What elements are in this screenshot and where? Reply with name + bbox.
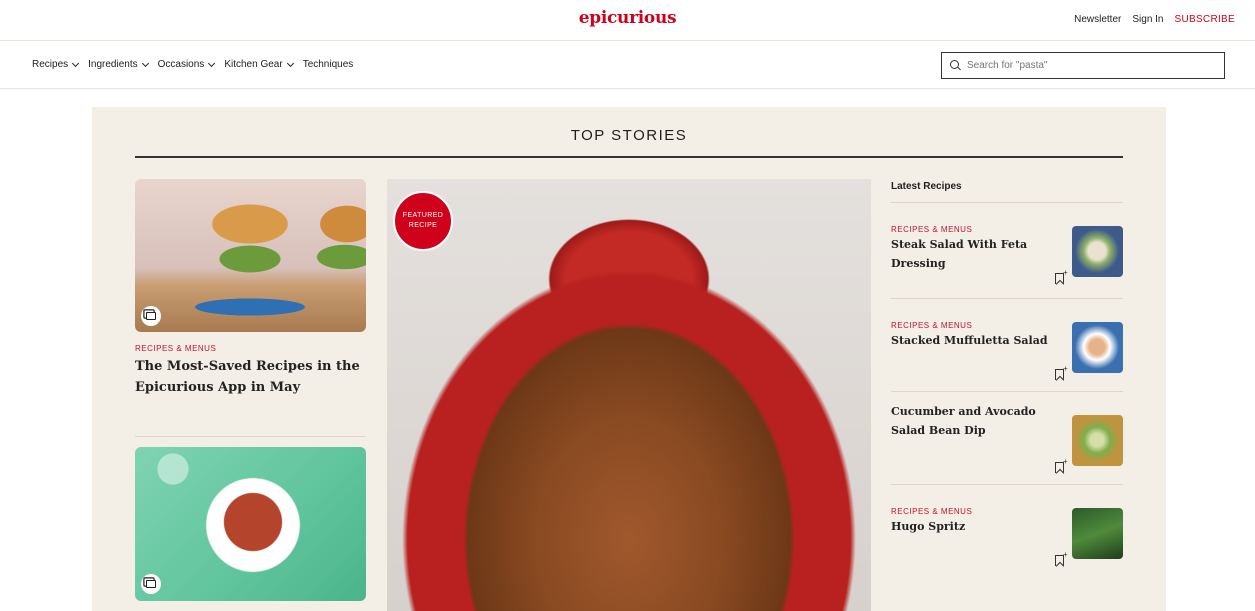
latest-recipes-heading: Latest Recipes bbox=[891, 181, 962, 192]
bookmark-add-icon[interactable] bbox=[1055, 457, 1068, 473]
chevron-down-icon bbox=[286, 59, 294, 67]
top-header: epicurious Newsletter Sign In SUBSCRIBE bbox=[0, 0, 1255, 41]
latest-recipe-item[interactable]: RECIPES & MENUS Stacked Muffuletta Salad bbox=[891, 298, 1123, 390]
gallery-icon bbox=[141, 574, 161, 594]
nav-ingredients[interactable]: Ingredients bbox=[88, 59, 149, 70]
site-logo[interactable]: epicurious bbox=[0, 8, 1255, 28]
recipe-title[interactable]: Hugo Spritz bbox=[891, 517, 1063, 536]
latest-recipe-item[interactable]: RECIPES & MENUS Steak Salad With Feta Dr… bbox=[891, 202, 1123, 294]
recipe-kicker: RECIPES & MENUS bbox=[891, 225, 973, 234]
nav-recipes[interactable]: Recipes bbox=[32, 59, 80, 70]
recipe-thumbnail[interactable] bbox=[1072, 226, 1123, 277]
featured-badge: FEATURED RECIPE bbox=[393, 191, 453, 251]
bookmark-add-icon[interactable] bbox=[1055, 364, 1068, 380]
search-input[interactable] bbox=[967, 60, 1207, 71]
bookmark-add-icon[interactable] bbox=[1055, 550, 1068, 566]
recipe-thumbnail[interactable] bbox=[1072, 508, 1123, 559]
section-title: TOP STORIES bbox=[570, 127, 688, 144]
nav-techniques[interactable]: Techniques bbox=[303, 59, 354, 70]
recipe-title[interactable]: Steak Salad With Feta Dressing bbox=[891, 235, 1063, 273]
divider bbox=[135, 436, 366, 437]
story-title[interactable]: The Most-Saved Recipes in the Epicurious… bbox=[135, 356, 360, 398]
nav-kitchen-gear[interactable]: Kitchen Gear bbox=[224, 59, 294, 70]
search-box[interactable] bbox=[941, 52, 1225, 79]
recipe-kicker: RECIPES & MENUS bbox=[891, 321, 973, 330]
chevron-down-icon bbox=[141, 59, 149, 67]
search-icon[interactable] bbox=[950, 60, 961, 71]
recipe-thumbnail[interactable] bbox=[1072, 322, 1123, 373]
recipe-thumbnail[interactable] bbox=[1072, 415, 1123, 466]
newsletter-link[interactable]: Newsletter bbox=[1074, 14, 1121, 25]
latest-recipe-item[interactable]: Cucumber and Avocado Salad Bean Dip bbox=[891, 391, 1123, 483]
featured-recipe-image[interactable]: FEATURED RECIPE bbox=[387, 179, 871, 611]
account-links: Newsletter Sign In SUBSCRIBE bbox=[1074, 14, 1235, 25]
top-stories-section: TOP STORIES RECIPES & MENUS The Most-Sav… bbox=[92, 107, 1166, 611]
subscribe-link[interactable]: SUBSCRIBE bbox=[1175, 14, 1236, 25]
story-kicker[interactable]: RECIPES & MENUS bbox=[135, 344, 216, 353]
latest-recipe-item[interactable]: RECIPES & MENUS Hugo Spritz bbox=[891, 484, 1123, 576]
sign-in-link[interactable]: Sign In bbox=[1132, 14, 1163, 25]
section-divider bbox=[135, 156, 1123, 158]
story-image-bowl[interactable] bbox=[135, 447, 366, 601]
chevron-down-icon bbox=[208, 59, 216, 67]
recipe-title[interactable]: Cucumber and Avocado Salad Bean Dip bbox=[891, 402, 1063, 440]
bookmark-add-icon[interactable] bbox=[1055, 268, 1068, 284]
nav-occasions[interactable]: Occasions bbox=[158, 59, 216, 70]
story-image-burgers[interactable] bbox=[135, 179, 366, 332]
recipe-title[interactable]: Stacked Muffuletta Salad bbox=[891, 331, 1063, 350]
chevron-down-icon bbox=[72, 59, 80, 67]
recipe-kicker: RECIPES & MENUS bbox=[891, 507, 973, 516]
gallery-icon bbox=[141, 306, 161, 326]
